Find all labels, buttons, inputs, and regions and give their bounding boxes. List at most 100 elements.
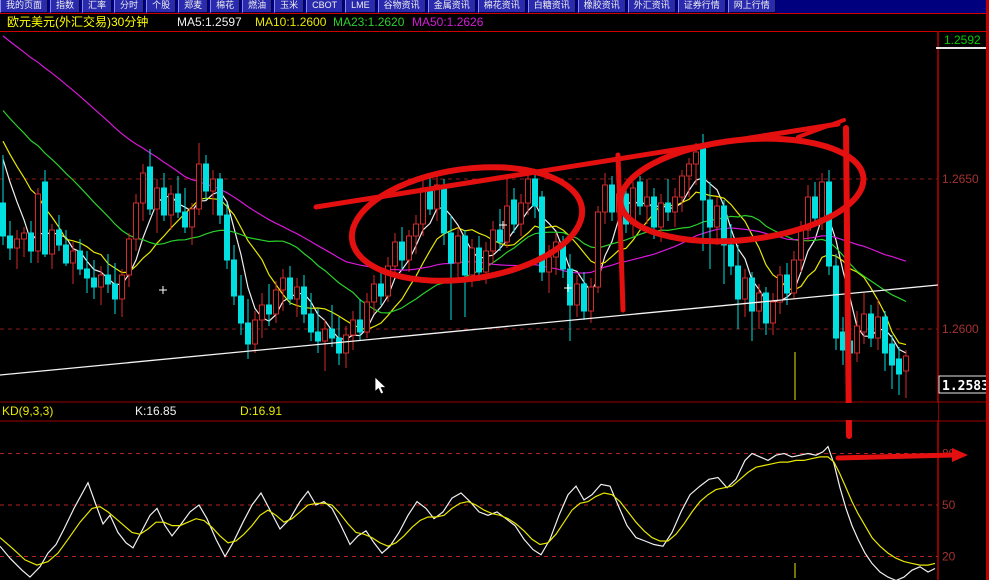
kd-d-line bbox=[0, 456, 936, 566]
svg-text:1.2583: 1.2583 bbox=[942, 379, 989, 394]
candle-up bbox=[294, 286, 300, 300]
ma5-line bbox=[2, 159, 907, 354]
candle-down bbox=[77, 250, 83, 270]
candle-down bbox=[308, 313, 314, 333]
candle-up bbox=[49, 229, 55, 255]
candle-down bbox=[0, 202, 6, 237]
candle-down bbox=[301, 286, 307, 315]
candle-down bbox=[91, 277, 97, 288]
candle-down bbox=[105, 274, 111, 285]
gridline-layer: 1.26501.2600805020 bbox=[0, 172, 979, 564]
candle-down bbox=[336, 337, 342, 354]
candle-down bbox=[441, 184, 447, 234]
candle-down bbox=[532, 178, 538, 207]
trendline-layer bbox=[0, 284, 939, 376]
candle-up bbox=[273, 289, 279, 315]
candle-down bbox=[833, 265, 839, 339]
annotation-vertical-line[interactable] bbox=[843, 125, 852, 439]
candle-up bbox=[21, 232, 27, 240]
candle-up bbox=[875, 316, 881, 339]
candle-down bbox=[497, 229, 503, 243]
candle-up bbox=[469, 247, 475, 276]
candle-up bbox=[35, 193, 41, 252]
candle-up bbox=[483, 250, 489, 273]
candle-down bbox=[868, 313, 874, 339]
candle-up bbox=[98, 274, 104, 288]
candle-up bbox=[189, 208, 195, 228]
candle-up bbox=[518, 202, 524, 225]
candle-down bbox=[147, 166, 153, 210]
candle-up bbox=[595, 211, 601, 288]
kd-indicator-layer bbox=[0, 445, 936, 580]
candle-up bbox=[420, 187, 426, 225]
candle-up bbox=[406, 235, 412, 261]
candle-down bbox=[357, 319, 363, 333]
last-price-tag: 1.2583 bbox=[938, 375, 989, 394]
candle-down bbox=[749, 277, 755, 312]
candle-up bbox=[574, 283, 580, 306]
candle-down bbox=[203, 163, 209, 192]
candle-up bbox=[777, 274, 783, 303]
candle-up bbox=[210, 178, 216, 192]
candle-down bbox=[28, 232, 34, 252]
candle-up bbox=[196, 163, 202, 210]
candle-up bbox=[364, 301, 370, 333]
candle-down bbox=[735, 265, 741, 300]
price-gridline-label: 1.2600 bbox=[942, 322, 979, 336]
price-gridline-label: 1.2650 bbox=[942, 172, 979, 186]
candle-up bbox=[714, 205, 720, 228]
candle-down bbox=[266, 304, 272, 315]
annotation-arrowhead bbox=[952, 448, 968, 462]
white-trendline[interactable] bbox=[0, 284, 939, 376]
candle-down bbox=[462, 235, 468, 276]
candle-up bbox=[658, 202, 664, 228]
candle-up bbox=[133, 202, 139, 240]
kd-k-line bbox=[0, 445, 936, 580]
candle-down bbox=[224, 214, 230, 261]
candle-up bbox=[861, 313, 867, 333]
candle-down bbox=[161, 187, 167, 216]
candle-up bbox=[903, 355, 909, 372]
kd-indicator-label[interactable]: KD(9,3,3) bbox=[2, 403, 53, 419]
candle-up bbox=[154, 187, 160, 210]
trading-app-window: 我的页面 指数 汇率 分时 个股 郑麦 棉花 燃油 玉米 CBOT LME 谷物资讯 金属资讯 棉花资讯白… bbox=[0, 0, 989, 580]
candle-up bbox=[343, 334, 349, 354]
candle-down bbox=[399, 241, 405, 261]
candle-up bbox=[854, 325, 860, 354]
candle-up bbox=[490, 229, 496, 252]
candle-down bbox=[511, 199, 517, 225]
candle-up bbox=[798, 229, 804, 261]
candle-down bbox=[665, 202, 671, 213]
candle-up bbox=[140, 172, 146, 204]
candle-up bbox=[168, 193, 174, 216]
candle-up bbox=[546, 256, 552, 273]
candle-up bbox=[70, 250, 76, 264]
candle-down bbox=[217, 178, 223, 216]
candle-up bbox=[322, 328, 328, 342]
candle-down bbox=[882, 316, 888, 354]
annotation-vertical-line[interactable] bbox=[615, 152, 626, 313]
candle-down bbox=[245, 322, 251, 345]
kd-level-label: 20 bbox=[942, 550, 956, 564]
candle-down bbox=[56, 229, 62, 246]
candle-up bbox=[14, 238, 20, 249]
candle-up bbox=[525, 178, 531, 204]
candle-up bbox=[350, 319, 356, 336]
candle-down bbox=[378, 283, 384, 297]
candle-down bbox=[84, 268, 90, 279]
candle-down bbox=[7, 235, 13, 249]
candle-up bbox=[819, 181, 825, 219]
candle-down bbox=[651, 196, 657, 228]
annotation-horizontal-line[interactable] bbox=[835, 452, 957, 461]
candle-up bbox=[679, 175, 685, 198]
kd-d-value: D:16.91 bbox=[240, 404, 283, 418]
candle-down bbox=[63, 244, 69, 264]
candle-down bbox=[840, 331, 846, 351]
candle-up bbox=[413, 223, 419, 237]
candle-down bbox=[784, 274, 790, 294]
candle-down bbox=[42, 181, 48, 255]
candle-up bbox=[742, 277, 748, 300]
kd-k-value: K:16.85 bbox=[135, 404, 177, 418]
candlestick-chart[interactable]: 1.26501.2600805020 1.2592 1.2583 bbox=[0, 0, 989, 580]
kd-header: KD(9,3,3) K:16.85 D:16.91 bbox=[0, 403, 938, 420]
